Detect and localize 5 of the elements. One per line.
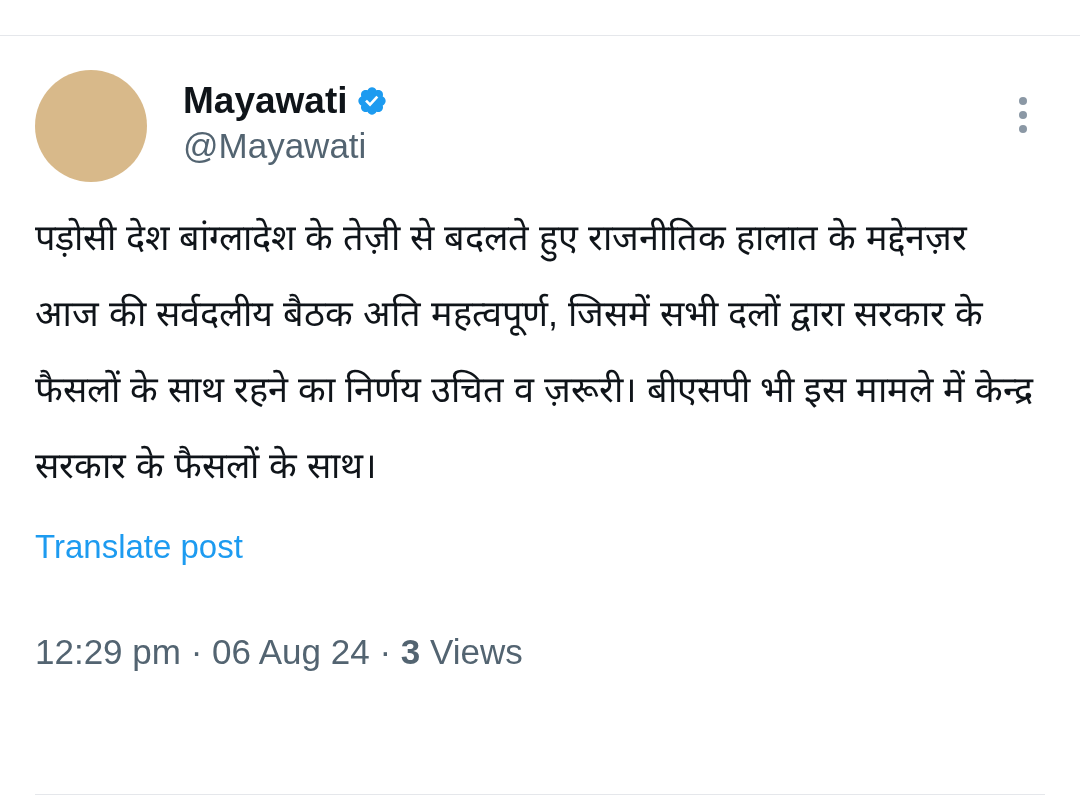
- post-text: पड़ोसी देश बांग्लादेश के तेज़ी से बदलते हुए राजनीतिक हालात के मद्देनज़र आज की सर्वदलीय बैठक अति महत्वपूर्ण, जिसमें सभी दलों द्वारा सरकार के फैसलों के साथ रहने का निर्णय उचित व ज़रूरी। बीएसपी भी इस मामले में केन्द्र सरकार के फैसलों के साथ।: [35, 216, 1035, 488]
- post-timestamp: 12:29 pm · 06 Aug 24 · 3 Views: [35, 630, 523, 673]
- author-handle[interactable]: @Mayawati: [183, 124, 388, 168]
- more-options-icon[interactable]: [1017, 96, 1029, 134]
- author-name[interactable]: Mayawati: [183, 78, 348, 124]
